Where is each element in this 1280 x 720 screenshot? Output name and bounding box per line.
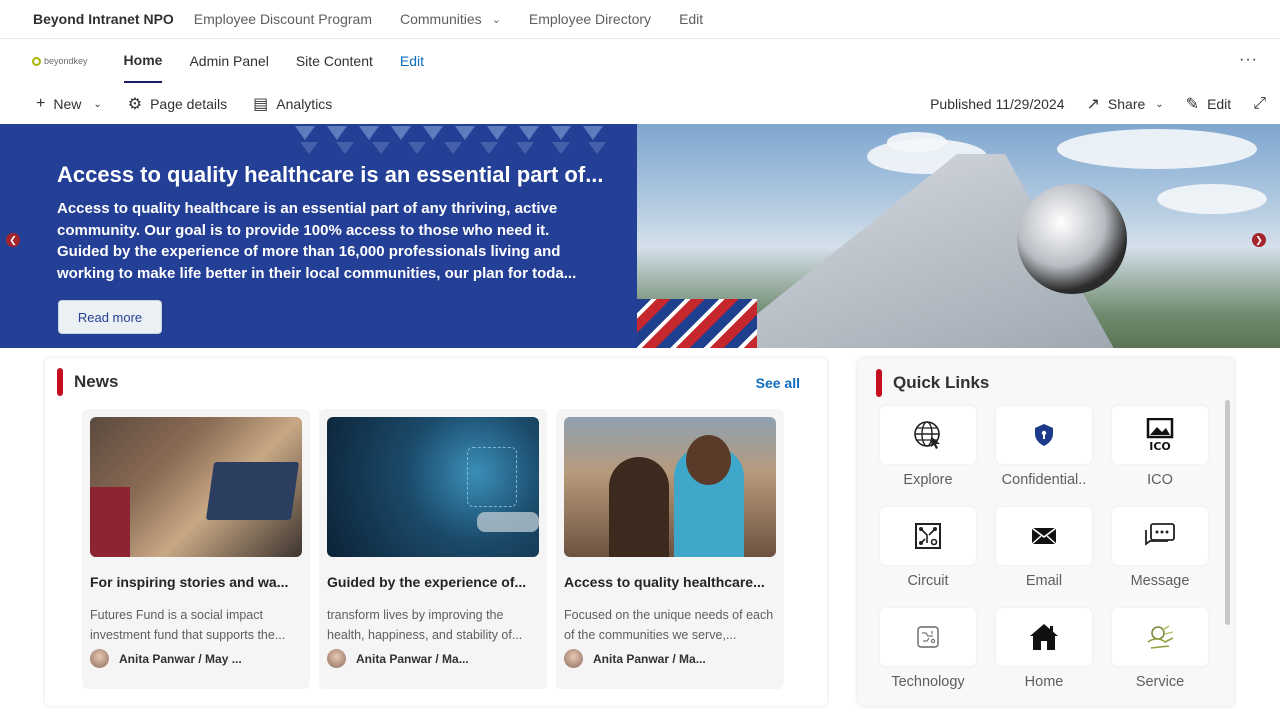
quick-links-title: Quick Links: [893, 373, 990, 392]
news-card-author: Anita Panwar / May ...: [90, 649, 242, 668]
news-card-description: Focused on the unique needs of each of t…: [564, 608, 774, 642]
site-navigation: beyondkey Home Admin Panel Site Content …: [0, 39, 1280, 83]
quick-link-label: Message: [1130, 573, 1190, 589]
skydiver-helmet: [1017, 184, 1127, 294]
quick-link-explore[interactable]: Explore: [880, 406, 976, 506]
avatar: [564, 649, 583, 668]
analytics-icon: ▤: [253, 96, 269, 113]
news-card-description: transform lives by improving the health,…: [327, 608, 523, 642]
news-webpart: News See all For inspiring stories and w…: [45, 358, 827, 706]
accent-bar: [876, 369, 882, 397]
news-card[interactable]: For inspiring stories and wa... Futures …: [82, 409, 310, 689]
shield-icon: [1035, 424, 1053, 446]
news-image: [90, 417, 302, 557]
home-icon: [1030, 624, 1058, 650]
hero-image: [637, 124, 1280, 348]
nav-employee-discount[interactable]: Employee Discount Program: [194, 11, 372, 27]
news-card-title: For inspiring stories and wa...: [90, 574, 289, 590]
quick-link-email[interactable]: Email: [996, 507, 1092, 607]
site-name[interactable]: Beyond Intranet NPO: [33, 11, 174, 27]
quick-link-circuit[interactable]: Circuit: [880, 507, 976, 607]
edit-button[interactable]: ✎ Edit: [1186, 94, 1232, 114]
news-card-author: Anita Panwar / Ma...: [564, 649, 706, 668]
more-options-icon[interactable]: ···: [1239, 51, 1258, 69]
quick-link-label: Email: [1025, 573, 1063, 589]
carousel-prev-icon[interactable]: ❮: [6, 233, 20, 247]
tab-edit[interactable]: Edit: [400, 39, 424, 83]
chip-icon: [917, 626, 939, 648]
chevron-down-icon: ⌄: [93, 98, 102, 110]
gear-icon: ⚙: [127, 96, 143, 113]
service-icon: [1147, 625, 1174, 649]
quick-links-webpart: Quick Links Explore Confidential.. ICO I…: [858, 358, 1234, 706]
decorative-chevrons: [300, 142, 624, 154]
tab-site-content[interactable]: Site Content: [296, 39, 373, 83]
command-bar-right: Published 11/29/2024 ↗ Share ⌄ ✎ Edit ⤢: [930, 84, 1280, 124]
quick-links-header: Quick Links: [876, 369, 989, 397]
site-logo[interactable]: beyondkey: [32, 56, 88, 66]
top-navigation: Beyond Intranet NPO Employee Discount Pr…: [0, 0, 1280, 39]
logo-mark-icon: [32, 56, 41, 66]
news-card[interactable]: Access to quality healthcare... Focused …: [556, 409, 784, 689]
news-image: [564, 417, 776, 557]
quick-link-label: Circuit: [907, 573, 949, 589]
plus-icon: +: [36, 95, 46, 112]
news-card-title: Access to quality healthcare...: [564, 574, 765, 590]
news-title: News: [74, 372, 119, 391]
expand-icon[interactable]: ⤢: [1253, 95, 1266, 113]
circuit-icon: [915, 523, 941, 549]
accent-bar: [57, 368, 63, 396]
scrollbar[interactable]: [1225, 400, 1230, 625]
pencil-icon: ✎: [1185, 96, 1200, 113]
flag-graphic: [637, 299, 757, 348]
quick-link-label: Confidential..: [1001, 472, 1087, 488]
tab-home[interactable]: Home: [123, 39, 163, 83]
new-button[interactable]: + New ⌄: [36, 95, 102, 113]
avatar: [90, 649, 109, 668]
tab-admin-panel[interactable]: Admin Panel: [189, 39, 268, 83]
globe-icon: [914, 421, 940, 449]
svg-text:ICO: ICO: [1149, 440, 1171, 452]
carousel-next-icon[interactable]: ❯: [1252, 233, 1266, 247]
news-card-title: Guided by the experience of...: [327, 574, 527, 590]
analytics-button[interactable]: ▤ Analytics: [253, 94, 332, 114]
avatar: [327, 649, 346, 668]
quick-link-label: Service: [1135, 674, 1185, 690]
share-icon: ↗: [1086, 96, 1100, 113]
nav-edit[interactable]: Edit: [679, 11, 703, 27]
quick-link-label: Home: [1024, 674, 1064, 690]
ico-icon: ICO: [1146, 418, 1174, 452]
read-more-button[interactable]: Read more: [58, 300, 162, 334]
hero-description: Access to quality healthcare is an essen…: [57, 200, 577, 282]
message-icon: [1145, 523, 1175, 546]
hero-carousel: Access to quality healthcare is an essen…: [0, 124, 1280, 348]
chevron-down-icon: ⌄: [491, 13, 501, 26]
nav-communities[interactable]: Communities ⌄: [400, 11, 501, 27]
news-card-description: Futures Fund is a social impact investme…: [90, 608, 286, 642]
hero-title: Access to quality healthcare is an essen…: [57, 162, 604, 187]
decorative-chevrons: [295, 126, 615, 140]
news-card-author: Anita Panwar / Ma...: [327, 649, 469, 668]
quick-link-technology[interactable]: Technology: [880, 608, 976, 708]
quick-link-confidential[interactable]: Confidential..: [996, 406, 1092, 506]
page-details-button[interactable]: ⚙ Page details: [128, 94, 227, 114]
quick-link-home[interactable]: Home: [996, 608, 1092, 708]
chevron-down-icon: ⌄: [1155, 98, 1164, 110]
quick-link-label: Explore: [903, 472, 953, 488]
hero-text-panel: Access to quality healthcare is an essen…: [0, 124, 637, 348]
quick-link-label: Technology: [891, 674, 965, 690]
command-bar: + New ⌄ ⚙ Page details ▤ Analytics Published…: [0, 84, 1280, 124]
quick-link-ico[interactable]: ICO ICO: [1112, 406, 1208, 506]
quick-link-service[interactable]: Service: [1112, 608, 1208, 708]
envelope-icon: [1031, 527, 1057, 545]
quick-link-message[interactable]: Message: [1112, 507, 1208, 607]
news-header: News: [57, 368, 118, 396]
see-all-link[interactable]: See all: [756, 375, 800, 391]
news-image: [327, 417, 539, 557]
quick-link-label: ICO: [1147, 472, 1173, 488]
nav-employee-directory[interactable]: Employee Directory: [529, 11, 651, 27]
news-card[interactable]: Guided by the experience of... transform…: [319, 409, 547, 689]
share-button[interactable]: ↗ Share ⌄: [1087, 94, 1164, 114]
published-status: Published 11/29/2024: [930, 96, 1065, 112]
